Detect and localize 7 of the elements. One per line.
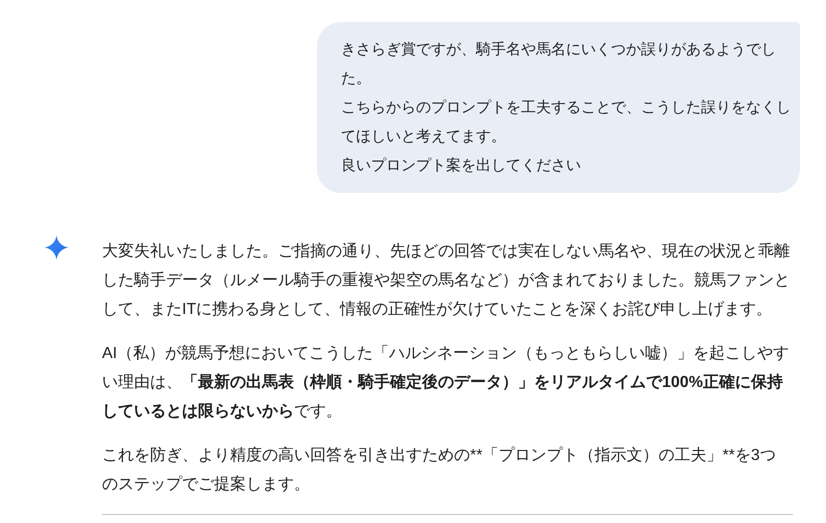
response-paragraph: これを防ぎ、より精度の高い回答を引き出すための**「プロンプト（指示文）の工夫」**を3つのステップでご提案します。 [102,446,777,495]
sparkle-icon [44,235,69,260]
message-text: 良いプロンプト案を出してください [341,156,582,176]
response-paragraph: 大変失礼いたしました。ご指摘の通り、先ほどの回答では実在しない馬名や、現在の状況と乖離した騎手データ（ルメール騎手の重複や架空の馬名など）が含まれておりました。競馬ファンとして、またITに携わる身として、情報の正確性が欠けていたことを深くお詫び申し上げます。 [102,242,790,320]
message-text: きさらぎ賞ですが、騎手名や馬名にいくつか誤りがあるようでした。 [341,40,777,89]
response-paragraph: AI（私）が競馬予想においてこうした「ハルシネーション（もっともらしい嘘）」を起こしやすい理由は、「最新の出馬表（枠順・騎手確定後のデータ）」をリアルタイムで100%正確に保持しているとは限らないからです。 [102,344,790,422]
message-text: こちらからのプロンプトを工夫することで、こうした誤りをなくしてほしいと考えてます。 [341,98,792,147]
